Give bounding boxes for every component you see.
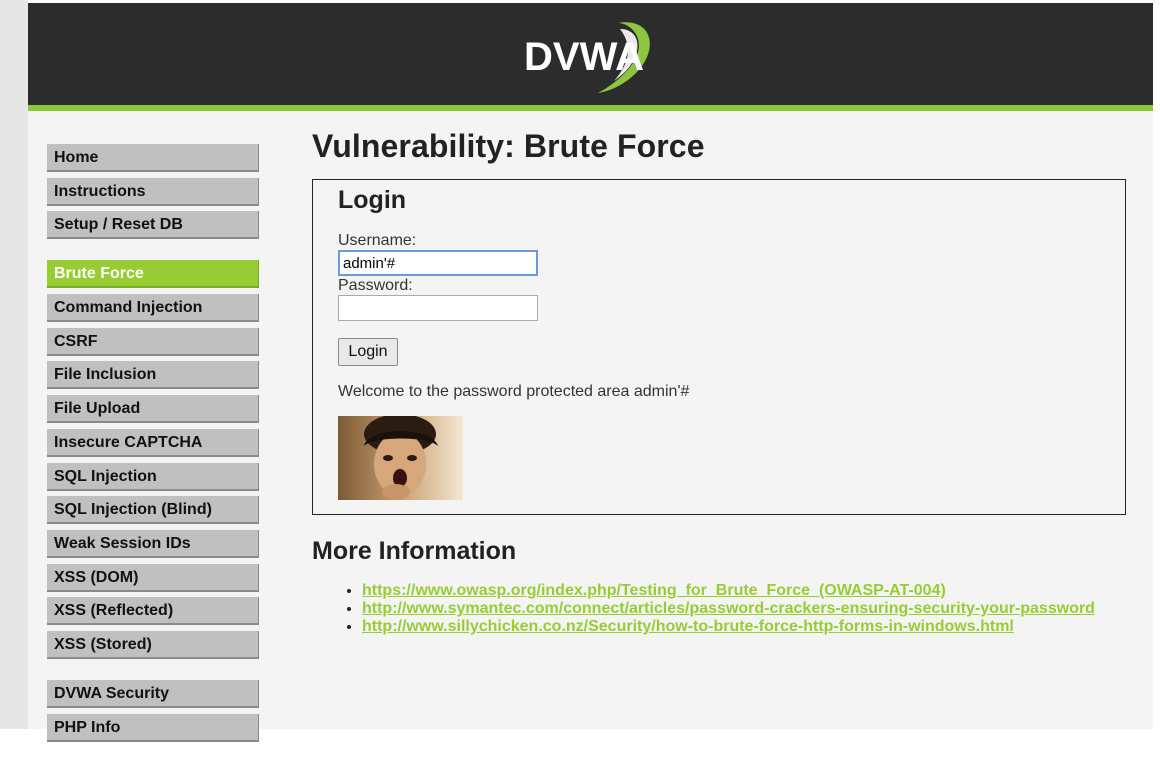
menu-item-php-info[interactable]: PHP Info	[47, 713, 259, 742]
svg-text:DVWA: DVWA	[524, 35, 644, 79]
welcome-message: Welcome to the password protected area a…	[338, 383, 690, 400]
main-content: Vulnerability: Brute Force Login Usernam…	[312, 123, 1132, 636]
menu-item-sql-injection-blind[interactable]: SQL Injection (Blind)	[47, 496, 259, 525]
browser-left-gutter	[0, 0, 28, 729]
menu-item-csrf[interactable]: CSRF	[47, 327, 259, 356]
menu-item-xss-dom[interactable]: XSS (DOM)	[47, 563, 259, 592]
password-label: Password:	[338, 277, 413, 294]
username-input[interactable]	[338, 250, 538, 276]
login-button[interactable]: Login	[338, 338, 398, 366]
user-avatar-photo	[338, 416, 463, 500]
sidebar-menu: Home Instructions Setup / Reset DB Brute Fo…	[47, 144, 259, 763]
menu-group: Brute Force Command Injection CSRF File Inc…	[47, 260, 259, 659]
more-info-link[interactable]: http://www.sillychicken.co.nz/Security/h…	[362, 618, 1014, 635]
menu-item-file-inclusion[interactable]: File Inclusion	[47, 361, 259, 390]
username-label: Username:	[338, 232, 417, 249]
menu-item-setup-reset-db[interactable]: Setup / Reset DB	[47, 211, 259, 240]
menu-item-weak-session-ids[interactable]: Weak Session IDs	[47, 529, 259, 558]
more-info-list-item: http://www.symantec.com/connect/articles…	[362, 600, 1132, 618]
login-panel: Login Username: Password: Login Welcome …	[312, 179, 1126, 515]
login-heading: Login	[338, 186, 407, 214]
menu-group: DVWA Security PHP Info	[47, 679, 259, 742]
header-banner: DVWA	[28, 3, 1153, 105]
more-info-list-item: http://www.sillychicken.co.nz/Security/h…	[362, 618, 1132, 636]
more-info-link[interactable]: https://www.owasp.org/index.php/Testing_…	[362, 582, 946, 599]
more-info-links: https://www.owasp.org/index.php/Testing_…	[312, 582, 1132, 636]
page-title: Vulnerability: Brute Force	[312, 128, 705, 164]
menu-item-xss-stored[interactable]: XSS (Stored)	[47, 630, 259, 659]
menu-item-file-upload[interactable]: File Upload	[47, 395, 259, 424]
dvwa-logo: DVWA	[524, 22, 650, 93]
password-input[interactable]	[338, 295, 538, 321]
menu-item-brute-force[interactable]: Brute Force	[47, 260, 259, 289]
menu-item-dvwa-security[interactable]: DVWA Security	[47, 679, 259, 708]
menu-item-insecure-captcha[interactable]: Insecure CAPTCHA	[47, 428, 259, 457]
more-info-heading: More Information	[312, 537, 517, 565]
menu-group: Home Instructions Setup / Reset DB	[47, 144, 259, 240]
menu-item-instructions[interactable]: Instructions	[47, 177, 259, 206]
menu-item-command-injection[interactable]: Command Injection	[47, 294, 259, 323]
menu-item-sql-injection[interactable]: SQL Injection	[47, 462, 259, 491]
menu-item-home[interactable]: Home	[47, 144, 259, 172]
menu-item-xss-reflected[interactable]: XSS (Reflected)	[47, 597, 259, 626]
more-info-link[interactable]: http://www.symantec.com/connect/articles…	[362, 600, 1095, 617]
page-frame: DVWA Home Instructions Setup / Reset DB Bru…	[28, 3, 1153, 742]
header-accent-stripe	[28, 105, 1153, 111]
more-info-list-item: https://www.owasp.org/index.php/Testing_…	[362, 582, 1132, 600]
